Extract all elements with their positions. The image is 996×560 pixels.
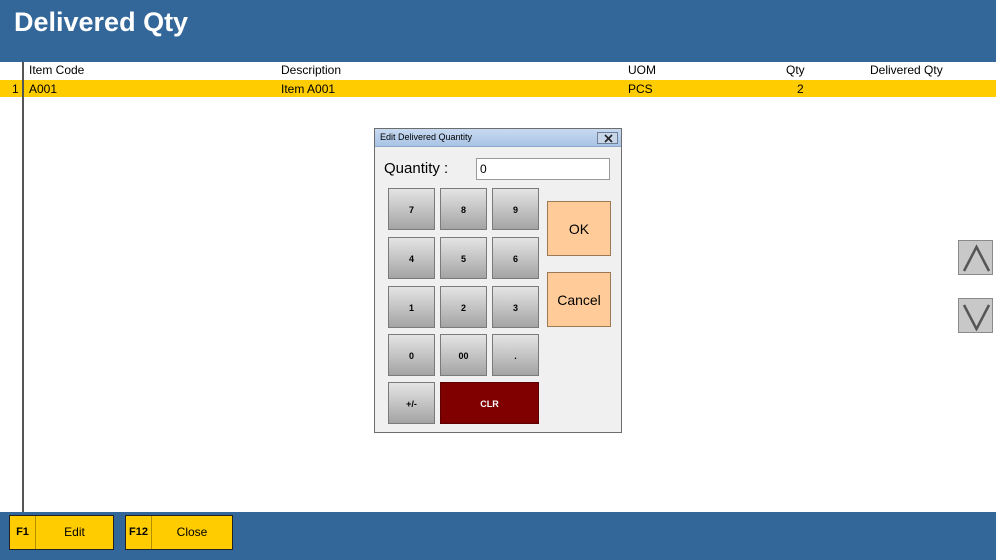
keypad-7-button[interactable]: 7 [388, 188, 435, 230]
quantity-input[interactable] [476, 158, 610, 180]
column-header-delivered-qty[interactable]: Delivered Qty [870, 63, 943, 77]
close-icon [604, 134, 613, 143]
edit-button[interactable]: F1 Edit [9, 515, 114, 550]
f12-key-label: F12 [126, 516, 152, 549]
keypad-3-button[interactable]: 3 [492, 286, 539, 328]
f1-key-label: F1 [10, 516, 36, 549]
chevron-down-icon [962, 304, 991, 331]
keypad-5-button[interactable]: 5 [440, 237, 487, 279]
keypad-0-button[interactable]: 0 [388, 334, 435, 376]
cell-qty: 2 [797, 82, 804, 96]
dialog-title: Edit Delivered Quantity [380, 132, 473, 142]
scroll-up-button[interactable] [958, 240, 993, 275]
scroll-down-button[interactable] [958, 298, 993, 333]
column-header-qty[interactable]: Qty [786, 63, 805, 77]
table-row[interactable]: 1 A001 Item A001 PCS 2 [0, 80, 996, 97]
cancel-button[interactable]: Cancel [547, 272, 611, 327]
column-header-item-code[interactable]: Item Code [29, 63, 84, 77]
close-button[interactable]: F12 Close [125, 515, 233, 550]
close-button-label: Close [176, 525, 208, 539]
dialog-titlebar[interactable]: Edit Delivered Quantity [375, 129, 621, 147]
edit-quantity-dialog: Edit Delivered Quantity Quantity : 7 8 9… [374, 128, 622, 433]
cell-item-code: A001 [29, 82, 58, 96]
keypad-6-button[interactable]: 6 [492, 237, 539, 279]
keypad-decimal-button[interactable]: . [492, 334, 539, 376]
keypad-1-button[interactable]: 1 [388, 286, 435, 328]
cell-uom: PCS [628, 82, 653, 96]
clear-button[interactable]: CLR [440, 382, 539, 424]
header-bar: Delivered Qty [0, 0, 996, 62]
footer-bar: F1 Edit F12 Close [0, 512, 996, 560]
keypad-00-button[interactable]: 00 [440, 334, 487, 376]
chevron-up-icon [962, 244, 991, 272]
page-title: Delivered Qty [14, 7, 189, 37]
cell-description: Item A001 [281, 82, 336, 96]
column-header-description[interactable]: Description [281, 63, 341, 77]
quantity-label: Quantity : [384, 160, 449, 177]
column-header-uom[interactable]: UOM [628, 63, 656, 77]
dialog-close-button[interactable] [597, 132, 618, 144]
delivered-qty-screen: Delivered Qty Item Code Description UOM … [0, 0, 996, 560]
keypad-2-button[interactable]: 2 [440, 286, 487, 328]
keypad-4-button[interactable]: 4 [388, 237, 435, 279]
edit-button-label: Edit [64, 525, 85, 539]
keypad-9-button[interactable]: 9 [492, 188, 539, 230]
grid-header: Item Code Description UOM Qty Delivered … [0, 62, 996, 79]
row-number-divider [22, 62, 24, 512]
keypad-8-button[interactable]: 8 [440, 188, 487, 230]
ok-button[interactable]: OK [547, 201, 611, 256]
row-number: 1 [12, 82, 19, 96]
keypad-sign-button[interactable]: +/- [388, 382, 435, 424]
